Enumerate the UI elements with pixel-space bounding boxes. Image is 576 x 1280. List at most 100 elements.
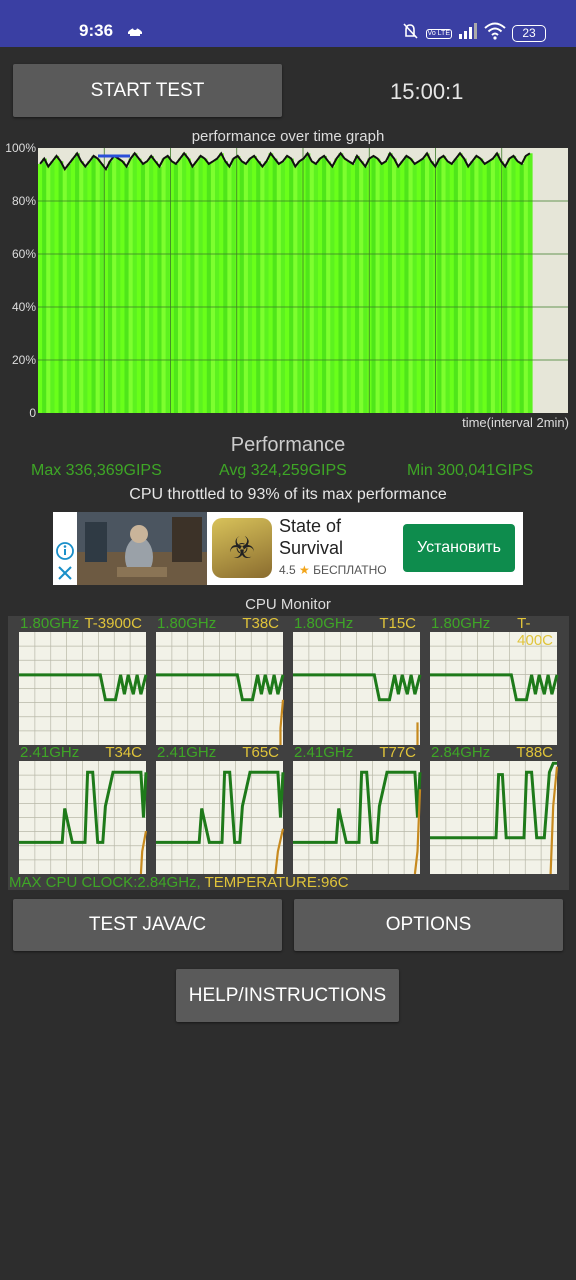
performance-bar: [280, 161, 286, 413]
performance-bar: [354, 155, 360, 413]
performance-bar: [87, 161, 93, 413]
core-temperature: T15C: [379, 615, 416, 632]
performance-bar: [165, 155, 171, 413]
performance-bar: [124, 166, 130, 413]
mute-icon: [400, 21, 420, 46]
core-temperature: T77C: [379, 744, 416, 761]
performance-bar: [239, 161, 245, 413]
performance-bar: [91, 155, 97, 413]
performance-bar: [375, 158, 381, 413]
performance-bar: [408, 158, 414, 413]
core-temperature: T65C: [242, 744, 279, 761]
status-bar: 9:36 Vo LTE 23: [0, 0, 576, 47]
status-time: 9:36: [79, 21, 114, 40]
volte-icon: Vo LTE: [425, 28, 452, 39]
core-frequency: 1.80GHz: [20, 615, 80, 632]
performance-bar: [466, 166, 471, 413]
performance-bar: [112, 155, 117, 413]
performance-bar: [301, 158, 307, 413]
performance-bar: [392, 158, 397, 413]
ad-banner[interactable]: ☣ State of Survival 4.5 ★ БЕСПЛАТНО Уста…: [53, 512, 523, 585]
performance-bar: [330, 166, 335, 413]
ad-install-button[interactable]: Установить: [403, 524, 515, 572]
graph-time-label: time(interval 2min): [462, 415, 569, 430]
core-frequency: 2.41GHz: [294, 744, 354, 761]
signal-icon: [458, 23, 478, 44]
performance-bar: [58, 161, 64, 413]
y-tick-label: 60%: [12, 247, 36, 261]
performance-bar: [79, 161, 84, 413]
y-tick-label: 100%: [5, 141, 36, 155]
performance-bar: [503, 166, 508, 413]
performance-bar: [194, 161, 200, 413]
performance-bar: [453, 158, 459, 413]
start-test-button[interactable]: START TEST: [13, 64, 282, 117]
performance-bar: [231, 158, 237, 413]
performance-bar: [289, 158, 294, 413]
core-temperature: T34C: [105, 744, 142, 761]
performance-bar: [523, 155, 529, 413]
stat-max: Max 336,369GIPS: [31, 462, 162, 479]
performance-bar: [219, 153, 224, 414]
performance-bar: [334, 158, 340, 413]
performance-bar: [346, 161, 352, 413]
performance-bar: [338, 153, 344, 414]
performance-bar: [474, 155, 480, 413]
performance-bar: [227, 166, 233, 413]
performance-bar: [527, 153, 533, 414]
performance-bar: [429, 161, 434, 413]
performance-bar: [490, 158, 496, 413]
performance-bar: [371, 155, 377, 413]
test-java-c-button[interactable]: TEST JAVA/C: [13, 899, 282, 951]
ad-info-icon: [56, 542, 74, 560]
performance-bar: [145, 161, 150, 413]
performance-bar: [326, 161, 331, 413]
performance-bar: [264, 161, 270, 413]
performance-bar: [297, 161, 303, 413]
performance-bar: [50, 161, 56, 413]
performance-bar: [95, 158, 101, 413]
cpu-footer: MAX CPU CLOCK:2.84GHz, TEMPERATURE:96C: [9, 874, 349, 891]
performance-bar: [54, 155, 60, 413]
performance-bar: [116, 158, 121, 413]
performance-bar: [210, 161, 216, 413]
help-instructions-button[interactable]: HELP/INSTRUCTIONS: [176, 969, 399, 1022]
throttle-text: CPU throttled to 93% of its max performa…: [129, 486, 447, 503]
y-tick-label: 20%: [12, 353, 36, 367]
ad-close-icon: [58, 566, 72, 580]
core-temperature: T-3900C: [84, 615, 142, 632]
performance-bar: [149, 155, 154, 413]
stat-avg: Avg 324,259GIPS: [219, 462, 347, 479]
performance-bar: [383, 161, 389, 413]
cpu-max-clock: MAX CPU CLOCK:2.84GHz,: [9, 874, 201, 891]
ad-game-screenshot: [77, 512, 207, 585]
y-tick-label: 40%: [12, 300, 36, 314]
y-tick-label: 80%: [12, 194, 36, 208]
performance-bar: [132, 153, 138, 414]
performance-bar: [186, 158, 191, 413]
performance-bar: [309, 161, 315, 413]
performance-bar: [285, 155, 290, 413]
performance-bar: [437, 158, 443, 413]
performance-bar: [223, 161, 228, 413]
performance-bar: [457, 153, 463, 414]
performance-bar: [46, 166, 51, 413]
ad-price: БЕСПЛАТНО: [313, 563, 387, 577]
performance-bar: [247, 158, 253, 413]
performance-bar: [387, 153, 393, 414]
cpu-temperature: TEMPERATURE:96C: [204, 874, 349, 891]
performance-bar: [75, 153, 80, 414]
ad-controls: [53, 512, 77, 585]
performance-bar: [462, 158, 467, 413]
cpu-monitor-title: CPU Monitor: [245, 596, 331, 613]
status-icons: Vo LTE 23: [400, 21, 546, 46]
performance-bar: [153, 161, 158, 413]
performance-bar: [404, 155, 410, 413]
performance-bar: [272, 158, 278, 413]
performance-bar: [157, 166, 163, 413]
performance-bar: [268, 153, 274, 414]
performance-bar: [470, 161, 475, 413]
options-button[interactable]: OPTIONS: [294, 899, 563, 951]
performance-bar: [235, 155, 241, 413]
core-frequency: 2.84GHz: [431, 744, 491, 761]
